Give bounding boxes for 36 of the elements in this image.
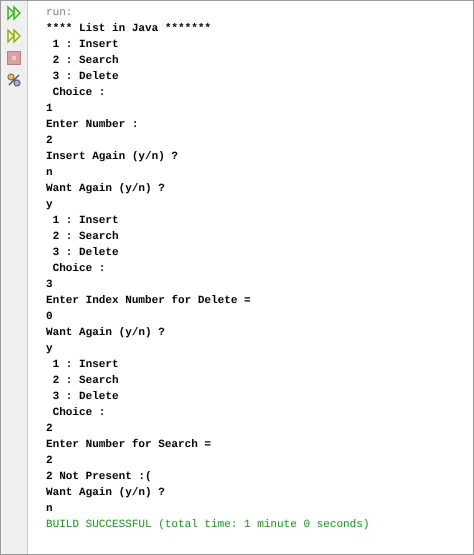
console-line: 2 : Search: [52, 54, 120, 69]
console-line: 2: [46, 134, 54, 149]
settings-icon[interactable]: [6, 72, 22, 88]
console-line: run:: [46, 6, 74, 21]
console-line: Choice :: [52, 86, 106, 101]
console-line: 3: [46, 278, 54, 293]
console-line: n: [46, 166, 54, 181]
fast-forward-icon[interactable]: [6, 28, 22, 44]
console-line: 1 : Insert: [52, 358, 120, 373]
console-line: Want Again (y/n) ?: [46, 182, 166, 197]
console-line: n: [46, 502, 54, 517]
console-line: Want Again (y/n) ?: [46, 326, 166, 341]
console-line: 0: [46, 310, 54, 325]
console-line: 3 : Delete: [52, 390, 120, 405]
console-line: Insert Again (y/n) ?: [46, 150, 180, 165]
console-line: 1 : Insert: [52, 38, 120, 53]
console-line: y: [46, 342, 54, 357]
console-line: Enter Index Number for Delete =: [46, 294, 252, 309]
console-line: 2: [46, 422, 54, 437]
console-line: 3 : Delete: [52, 70, 120, 85]
console-line: Want Again (y/n) ?: [46, 486, 166, 501]
fast-forward-icon[interactable]: [6, 5, 22, 21]
console-line: 2 : Search: [52, 230, 120, 245]
console-line: 1 : Insert: [52, 214, 120, 229]
console-line: 2 : Search: [52, 374, 120, 389]
console-line: y: [46, 198, 54, 213]
console-line: 2 Not Present :(: [46, 470, 153, 485]
console-line: Enter Number :: [46, 118, 140, 133]
console-line: **** List in Java *******: [46, 22, 212, 37]
console-line: Choice :: [52, 262, 106, 277]
console-line: Enter Number for Search =: [46, 438, 212, 453]
console-line: Choice :: [52, 406, 106, 421]
console-line: 2: [46, 454, 54, 469]
console-line: 1: [46, 102, 54, 117]
console-line: BUILD SUCCESSFUL (total time: 1 minute 0 seconds): [46, 518, 370, 533]
console-line: 3 : Delete: [52, 246, 120, 261]
